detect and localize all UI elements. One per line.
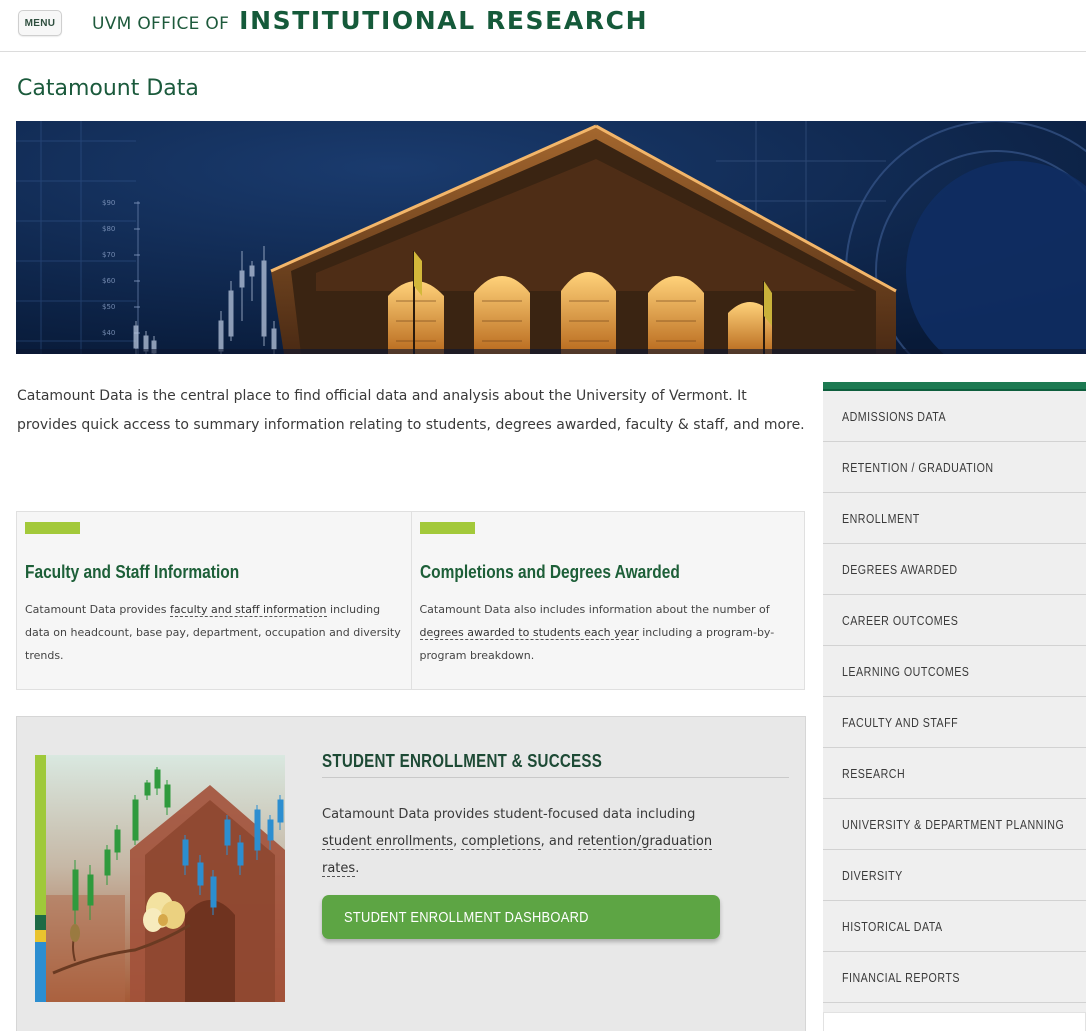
sidebar-item-university-department-planning[interactable]: UNIVERSITY & DEPARTMENT PLANNING <box>823 799 1086 850</box>
sidebar-nav: ADMISSIONS DATA RETENTION / GRADUATION E… <box>823 382 1086 1031</box>
feature-accent-bar <box>25 522 80 534</box>
sidebar-item-admissions-data[interactable]: ADMISSIONS DATA <box>823 391 1086 442</box>
student-enrollments-link[interactable]: student enrollments <box>322 834 454 850</box>
sidebar-item-diversity[interactable]: DIVERSITY <box>823 850 1086 901</box>
hero-tick-label: $90 <box>102 199 115 207</box>
sidebar-item-enrollment[interactable]: ENROLLMENT <box>823 493 1086 544</box>
hero-tick-label: $40 <box>102 329 115 337</box>
enrollment-text-part: . <box>355 861 360 876</box>
enrollment-text-part: , and <box>540 834 578 849</box>
sidebar-item-research[interactable]: RESEARCH <box>823 748 1086 799</box>
feature-accent-bar <box>419 522 475 534</box>
title-divider <box>322 777 789 778</box>
enrollment-text-part: Catamount Data provides student-focused … <box>322 807 696 822</box>
sidebar-item-degrees-awarded[interactable]: DEGREES AWARDED <box>823 544 1086 595</box>
student-enrollment-dashboard-button[interactable]: STUDENT ENROLLMENT DASHBOARD <box>322 895 720 939</box>
hero-tick-label: $60 <box>102 277 115 285</box>
sidebar-item-label: DEGREES AWARDED <box>842 561 958 577</box>
feature-card-faculty-staff: Faculty and Staff Information Catamount … <box>17 512 411 689</box>
sidebar-item-financial-reports[interactable]: FINANCIAL REPORTS <box>823 952 1086 1003</box>
sidebar-item-label: LEARNING OUTCOMES <box>842 663 970 679</box>
sidebar-item-historical-data[interactable]: HISTORICAL DATA <box>823 901 1086 952</box>
feature-text-part: Catamount Data provides <box>25 603 170 616</box>
sidebar-item-label: DIVERSITY <box>842 867 903 883</box>
hero-tick-label: $70 <box>102 251 115 259</box>
degrees-awarded-link[interactable]: degrees awarded to students each year <box>419 626 639 640</box>
site-header: MENU UVM OFFICE OF INSTITUTIONAL RESEARC… <box>0 0 1086 52</box>
feature-card-degrees: Completions and Degrees Awarded Catamoun… <box>410 512 805 689</box>
hero-banner: $90 $80 $70 $60 $50 $40 <box>16 121 1086 354</box>
enrollment-text: Catamount Data provides student-focused … <box>322 801 732 882</box>
feature-text-part: Catamount Data also includes information… <box>419 603 770 616</box>
hero-tick-label: $50 <box>102 303 115 311</box>
student-enrollment-section: STUDENT ENROLLMENT & SUCCESS Catamount D… <box>16 716 806 1031</box>
feature-title: Completions and Degrees Awarded <box>419 562 680 582</box>
menu-button[interactable]: MENU <box>18 10 62 36</box>
sidebar-item-label: FACULTY AND STAFF <box>842 714 959 730</box>
feature-cards: Faculty and Staff Information Catamount … <box>16 511 805 690</box>
sidebar-item-label: ADMISSIONS DATA <box>842 408 947 424</box>
sidebar-item-label: RESEARCH <box>842 765 906 781</box>
enrollment-title: STUDENT ENROLLMENT & SUCCESS <box>322 751 603 771</box>
sidebar-item-learning-outcomes[interactable]: LEARNING OUTCOMES <box>823 646 1086 697</box>
sidebar-top-bar <box>823 382 1086 391</box>
feature-text: Catamount Data provides faculty and staf… <box>25 598 403 667</box>
sidebar-item-label: ENROLLMENT <box>842 510 920 526</box>
brand-prefix: UVM OFFICE OF <box>92 14 230 34</box>
sidebar-item-label: FINANCIAL REPORTS <box>842 969 960 985</box>
sidebar-item-label: RETENTION / GRADUATION <box>842 459 994 475</box>
sidebar-item-retention-graduation[interactable]: RETENTION / GRADUATION <box>823 442 1086 493</box>
faculty-staff-info-link[interactable]: faculty and staff information <box>169 603 327 617</box>
intro-paragraph: Catamount Data is the central place to f… <box>17 388 805 433</box>
enrollment-image <box>35 755 285 1002</box>
hero-image: $90 $80 $70 $60 $50 $40 <box>16 121 1086 354</box>
page-title: Catamount Data <box>17 76 199 101</box>
sidebar-bottom-card <box>823 1012 1086 1031</box>
enrollment-photo <box>35 755 285 1002</box>
completions-link[interactable]: completions <box>461 834 541 850</box>
sidebar-item-label: HISTORICAL DATA <box>842 918 943 934</box>
site-brand[interactable]: UVM OFFICE OF INSTITUTIONAL RESEARCH <box>92 6 648 35</box>
dashboard-button-label: STUDENT ENROLLMENT DASHBOARD <box>344 908 589 926</box>
sidebar-item-faculty-and-staff[interactable]: FACULTY AND STAFF <box>823 697 1086 748</box>
feature-text: Catamount Data also includes information… <box>419 598 798 667</box>
sidebar-item-career-outcomes[interactable]: CAREER OUTCOMES <box>823 595 1086 646</box>
feature-title: Faculty and Staff Information <box>25 562 240 582</box>
brand-main: INSTITUTIONAL RESEARCH <box>239 6 649 35</box>
sidebar-item-label: CAREER OUTCOMES <box>842 612 959 628</box>
sidebar-item-label: UNIVERSITY & DEPARTMENT PLANNING <box>842 816 1065 832</box>
hero-tick-label: $80 <box>102 225 115 233</box>
